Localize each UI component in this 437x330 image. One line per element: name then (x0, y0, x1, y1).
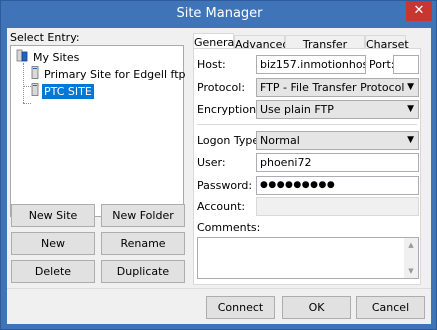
user-label: User: (197, 156, 226, 169)
logon-type-select[interactable]: Normal ▼ (256, 131, 419, 150)
tree-root-label: My Sites (33, 51, 80, 64)
new-bookmark-button[interactable]: New Bookmark (11, 232, 95, 271)
new-folder-button[interactable]: New Folder (101, 204, 185, 227)
host-input[interactable]: biz157.inmotionhosting. (256, 55, 366, 74)
sites-icon (16, 49, 28, 66)
dialog-body: Select Entry: My Sites Primary Site for … (7, 28, 431, 324)
scroll-up-icon[interactable]: ▲ (404, 238, 418, 252)
logon-type-label: Logon Type: (197, 134, 263, 147)
title-bar[interactable]: Site Manager ✕ (1, 1, 437, 28)
server-icon (31, 66, 39, 83)
tree-item-label: Primary Site for Edgell ftp (44, 68, 186, 81)
select-entry-label: Select Entry: (10, 31, 80, 44)
tree-root-my-sites[interactable]: My Sites (16, 49, 81, 64)
comments-scrollbar[interactable]: ▲ ▼ (404, 238, 418, 278)
divider (197, 124, 417, 125)
chevron-down-icon: ▼ (407, 135, 414, 145)
port-label: Port: (369, 58, 395, 71)
site-manager-window: Site Manager ✕ Select Entry: My Sites Pr… (0, 0, 437, 330)
protocol-label: Protocol: (197, 81, 246, 94)
scroll-down-icon[interactable]: ▼ (404, 264, 418, 278)
protocol-select[interactable]: FTP - File Transfer Protocol ▼ (256, 78, 419, 97)
encryption-label: Encryption: (197, 103, 260, 116)
ok-button[interactable]: OK (282, 296, 351, 319)
server-icon (31, 83, 39, 100)
comments-label: Comments: (197, 221, 261, 234)
general-tab-panel: Host: biz157.inmotionhosting. Port: Prot… (193, 48, 421, 285)
port-input[interactable] (393, 55, 419, 74)
tree-item-label: PTC SITE (42, 84, 94, 99)
password-label: Password: (197, 179, 253, 192)
protocol-value: FTP - File Transfer Protocol (260, 81, 405, 94)
chevron-down-icon: ▼ (407, 104, 414, 114)
encryption-value: Use plain FTP (260, 103, 334, 116)
account-label: Account: (197, 200, 246, 213)
close-button[interactable]: ✕ (406, 1, 432, 21)
close-icon: ✕ (413, 3, 425, 18)
chevron-down-icon: ▼ (407, 82, 414, 92)
new-site-button[interactable]: New Site (11, 204, 95, 227)
delete-button[interactable]: Delete (11, 260, 95, 283)
account-input (256, 197, 419, 216)
duplicate-button[interactable]: Duplicate (101, 260, 185, 283)
password-input[interactable]: ●●●●●●●●● (256, 176, 419, 195)
site-tree[interactable]: My Sites Primary Site for Edgell ftp PTC (10, 45, 186, 217)
cancel-button[interactable]: Cancel (356, 296, 425, 319)
host-label: Host: (197, 58, 226, 71)
rename-button[interactable]: Rename (101, 232, 185, 255)
logon-type-value: Normal (260, 134, 300, 147)
encryption-select[interactable]: Use plain FTP ▼ (256, 100, 419, 119)
tree-item-ptc-site[interactable]: PTC SITE (31, 83, 94, 100)
window-title: Site Manager (176, 6, 263, 21)
tree-item-primary-site[interactable]: Primary Site for Edgell ftp (31, 66, 188, 81)
user-input[interactable]: phoeni72 (256, 153, 419, 172)
footer-divider (7, 288, 431, 289)
comments-textarea[interactable]: ▲ ▼ (197, 237, 419, 279)
connect-button[interactable]: Connect (206, 296, 275, 319)
